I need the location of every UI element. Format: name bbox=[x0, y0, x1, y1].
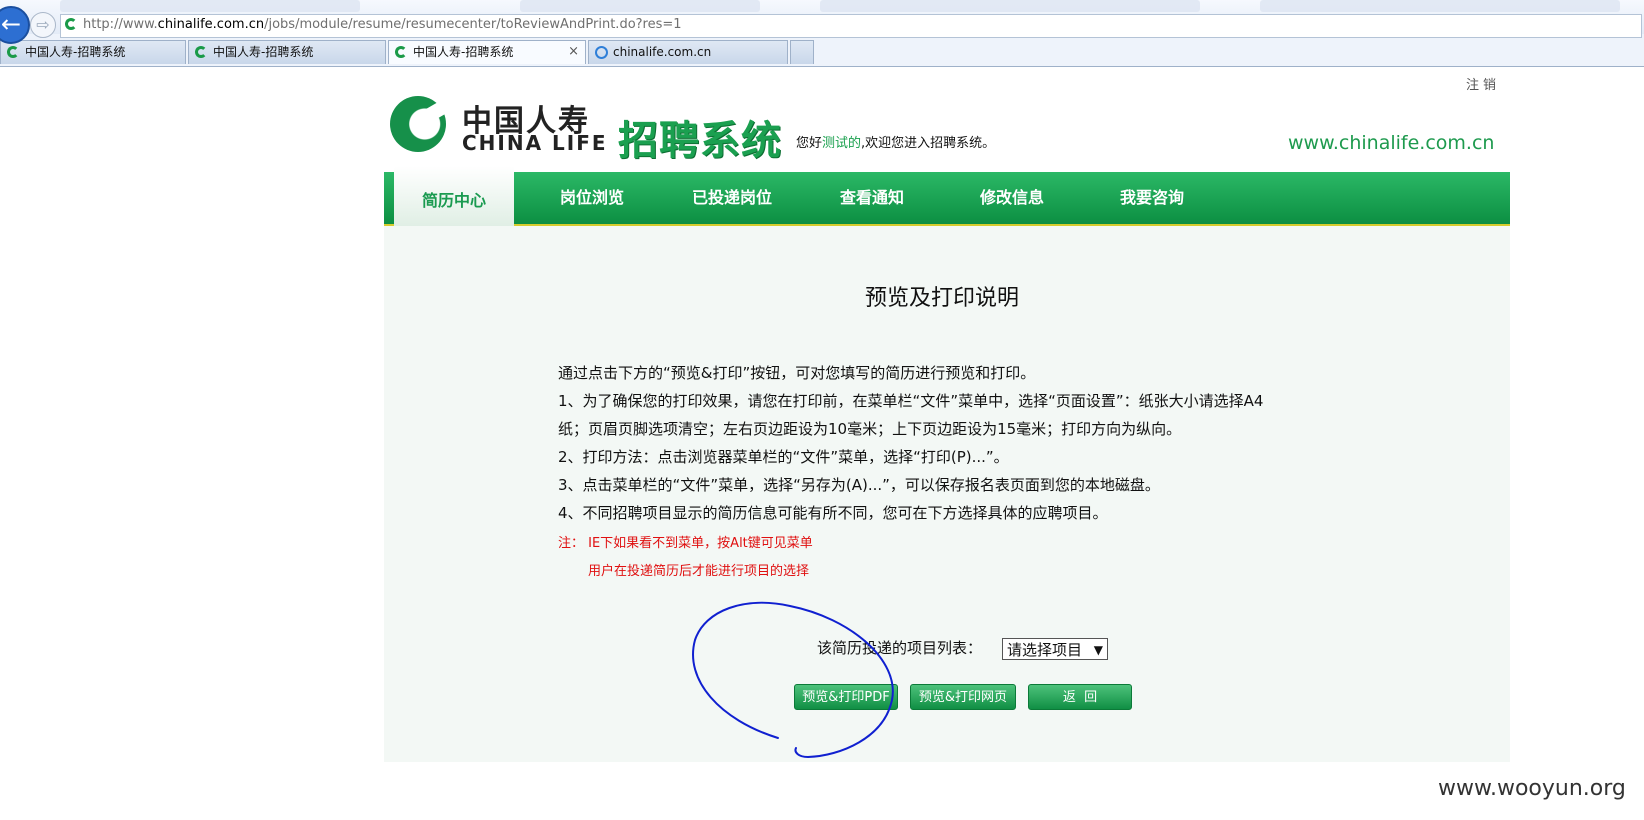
blurred-tab-strip bbox=[1260, 0, 1620, 12]
blurred-tab-strip bbox=[60, 0, 360, 12]
greeting: 您好测试的,欢迎您进入招聘系统。 bbox=[796, 136, 996, 151]
browser-tab-active[interactable]: 中国人寿-招聘系统 × bbox=[388, 40, 586, 64]
username-link[interactable]: 测试的 bbox=[822, 136, 861, 151]
blurred-tab-strip bbox=[520, 0, 760, 12]
project-select-value: 请选择项目 bbox=[1007, 641, 1083, 659]
nav-resume-center[interactable]: 简历中心 bbox=[394, 166, 514, 228]
preview-print-web-button[interactable]: 预览&打印网页 bbox=[910, 684, 1016, 710]
watermark: www.wooyun.org bbox=[1438, 776, 1626, 801]
browser-tab[interactable]: chinalife.com.cn bbox=[588, 40, 788, 64]
instruction-line: 4、不同招聘项目显示的简历信息可能有所不同，您可在下方选择具体的应聘项目。 bbox=[558, 504, 1108, 522]
chinalife-icon bbox=[395, 46, 407, 58]
browser-tab[interactable]: 中国人寿-招聘系统 bbox=[188, 40, 386, 64]
instruction-line: 纸；页眉页脚选项清空；左右页边距设为10毫米；上下页边距设为15毫米；打印方向为… bbox=[558, 420, 1182, 438]
project-select[interactable]: 请选择项目 ▼ bbox=[1002, 638, 1108, 660]
browser-chrome: ← ⇨ http://www.chinalife.com.cn/jobs/mod… bbox=[0, 0, 1644, 67]
note-alt-key: 注： IE下如果看不到菜单，按Alt键可见菜单 bbox=[558, 536, 813, 551]
tab-strip: 中国人寿-招聘系统 中国人寿-招聘系统 中国人寿-招聘系统 × chinalif… bbox=[0, 40, 1644, 64]
back-button[interactable]: 返 回 bbox=[1028, 684, 1132, 710]
system-title: 招聘系统 bbox=[618, 118, 782, 164]
new-tab-button[interactable] bbox=[790, 40, 814, 64]
instruction-line: 2、打印方法：点击浏览器菜单栏的“文件”菜单，选择“打印(P)...”。 bbox=[558, 448, 1009, 466]
forward-arrow-icon[interactable]: ⇨ bbox=[30, 12, 56, 38]
site-url-text: www.chinalife.com.cn bbox=[1288, 132, 1495, 154]
project-select-label: 该简历投递的项目列表： bbox=[817, 639, 983, 657]
nav-view-notices[interactable]: 查看通知 bbox=[812, 172, 932, 224]
instruction-line: 1、为了确保您的打印效果，请您在打印前，在菜单栏“文件”菜单中，选择“页面设置”… bbox=[558, 392, 1264, 410]
chinalife-icon bbox=[7, 46, 19, 58]
note-project-selection: 用户在投递简历后才能进行项目的选择 bbox=[588, 564, 810, 579]
site-favicon-icon bbox=[65, 18, 77, 30]
logo-english-text: CHINA LIFE bbox=[462, 131, 608, 155]
nav-applied-positions[interactable]: 已投递岗位 bbox=[672, 172, 792, 224]
chevron-down-icon: ▼ bbox=[1093, 643, 1103, 657]
chinalife-icon bbox=[195, 46, 207, 58]
browser-tab[interactable]: 中国人寿-招聘系统 bbox=[0, 40, 186, 64]
main-navbar: 简历中心 岗位浏览 已投递岗位 查看通知 修改信息 我要咨询 bbox=[384, 166, 1510, 228]
url-input[interactable]: http://www.chinalife.com.cn/jobs/module/… bbox=[60, 14, 1642, 38]
ie-icon bbox=[595, 46, 608, 59]
nav-edit-info[interactable]: 修改信息 bbox=[952, 172, 1072, 224]
page-title: 预览及打印说明 bbox=[865, 286, 1020, 311]
instruction-line: 3、点击菜单栏的“文件”菜单，选择“另存为(A)...”，可以保存报名表页面到您… bbox=[558, 476, 1160, 494]
nav-consult[interactable]: 我要咨询 bbox=[1092, 172, 1212, 224]
preview-print-pdf-button[interactable]: 预览&打印PDF bbox=[794, 684, 898, 710]
url-text: http://www.chinalife.com.cn/jobs/module/… bbox=[83, 17, 682, 32]
close-tab-icon[interactable]: × bbox=[568, 41, 579, 63]
blurred-tab-strip bbox=[820, 0, 1200, 12]
nav-browse-positions[interactable]: 岗位浏览 bbox=[532, 172, 652, 224]
instruction-line: 通过点击下方的“预览&打印”按钮，可对您填写的简历进行预览和打印。 bbox=[558, 364, 1036, 382]
chinalife-logo-icon bbox=[390, 96, 446, 152]
logout-link[interactable]: 注销 bbox=[1466, 74, 1500, 93]
